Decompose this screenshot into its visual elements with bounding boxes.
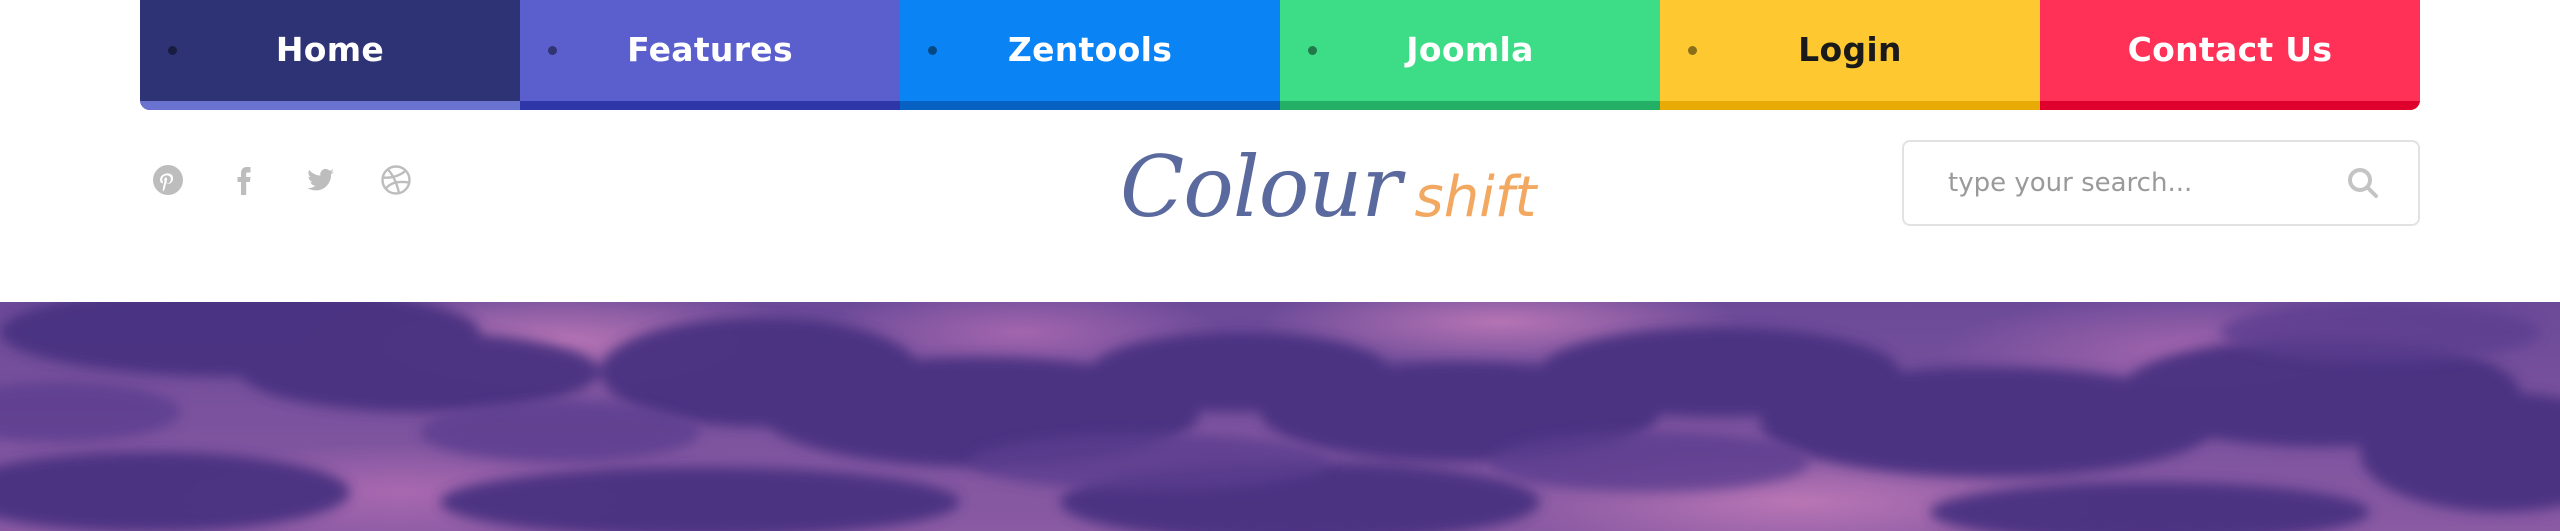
bullet-icon (1308, 46, 1317, 55)
search-input[interactable] (1946, 167, 2330, 199)
dribbble-icon[interactable] (378, 162, 414, 198)
search-box (1902, 140, 2420, 226)
nav-item-contact-us[interactable]: Contact Us (2040, 0, 2420, 110)
page: Home Features Zentools Joomla Login Cont… (0, 0, 2560, 531)
pinterest-icon[interactable] (150, 162, 186, 198)
logo-main-text: Colour (1120, 138, 1402, 236)
cloud-sky-illustration (0, 302, 2560, 531)
logo-accent-text: shift (1414, 165, 1537, 230)
nav-item-joomla[interactable]: Joomla (1280, 0, 1660, 110)
social-links (150, 162, 414, 198)
nav-item-label: Contact Us (2127, 29, 2333, 69)
bullet-icon (928, 46, 937, 55)
nav-item-login[interactable]: Login (1660, 0, 2040, 110)
nav-item-home[interactable]: Home (140, 0, 520, 110)
bullet-icon (168, 46, 177, 55)
main-nav: Home Features Zentools Joomla Login Cont… (140, 0, 2420, 110)
bullet-icon (548, 46, 557, 55)
nav-item-label: Zentools (1007, 29, 1173, 69)
search-icon[interactable] (2346, 166, 2380, 200)
site-header: Colour shift (0, 110, 2560, 302)
twitter-icon[interactable] (302, 162, 338, 198)
nav-item-label: Login (1798, 29, 1902, 69)
hero-image (0, 302, 2560, 531)
nav-item-label: Home (275, 29, 385, 69)
nav-item-zentools[interactable]: Zentools (900, 0, 1280, 110)
site-logo[interactable]: Colour shift (1120, 138, 1536, 236)
facebook-icon[interactable] (226, 162, 262, 198)
bullet-icon (1688, 46, 1697, 55)
nav-item-features[interactable]: Features (520, 0, 900, 110)
nav-item-label: Features (627, 29, 793, 69)
nav-item-label: Joomla (1406, 29, 1534, 69)
